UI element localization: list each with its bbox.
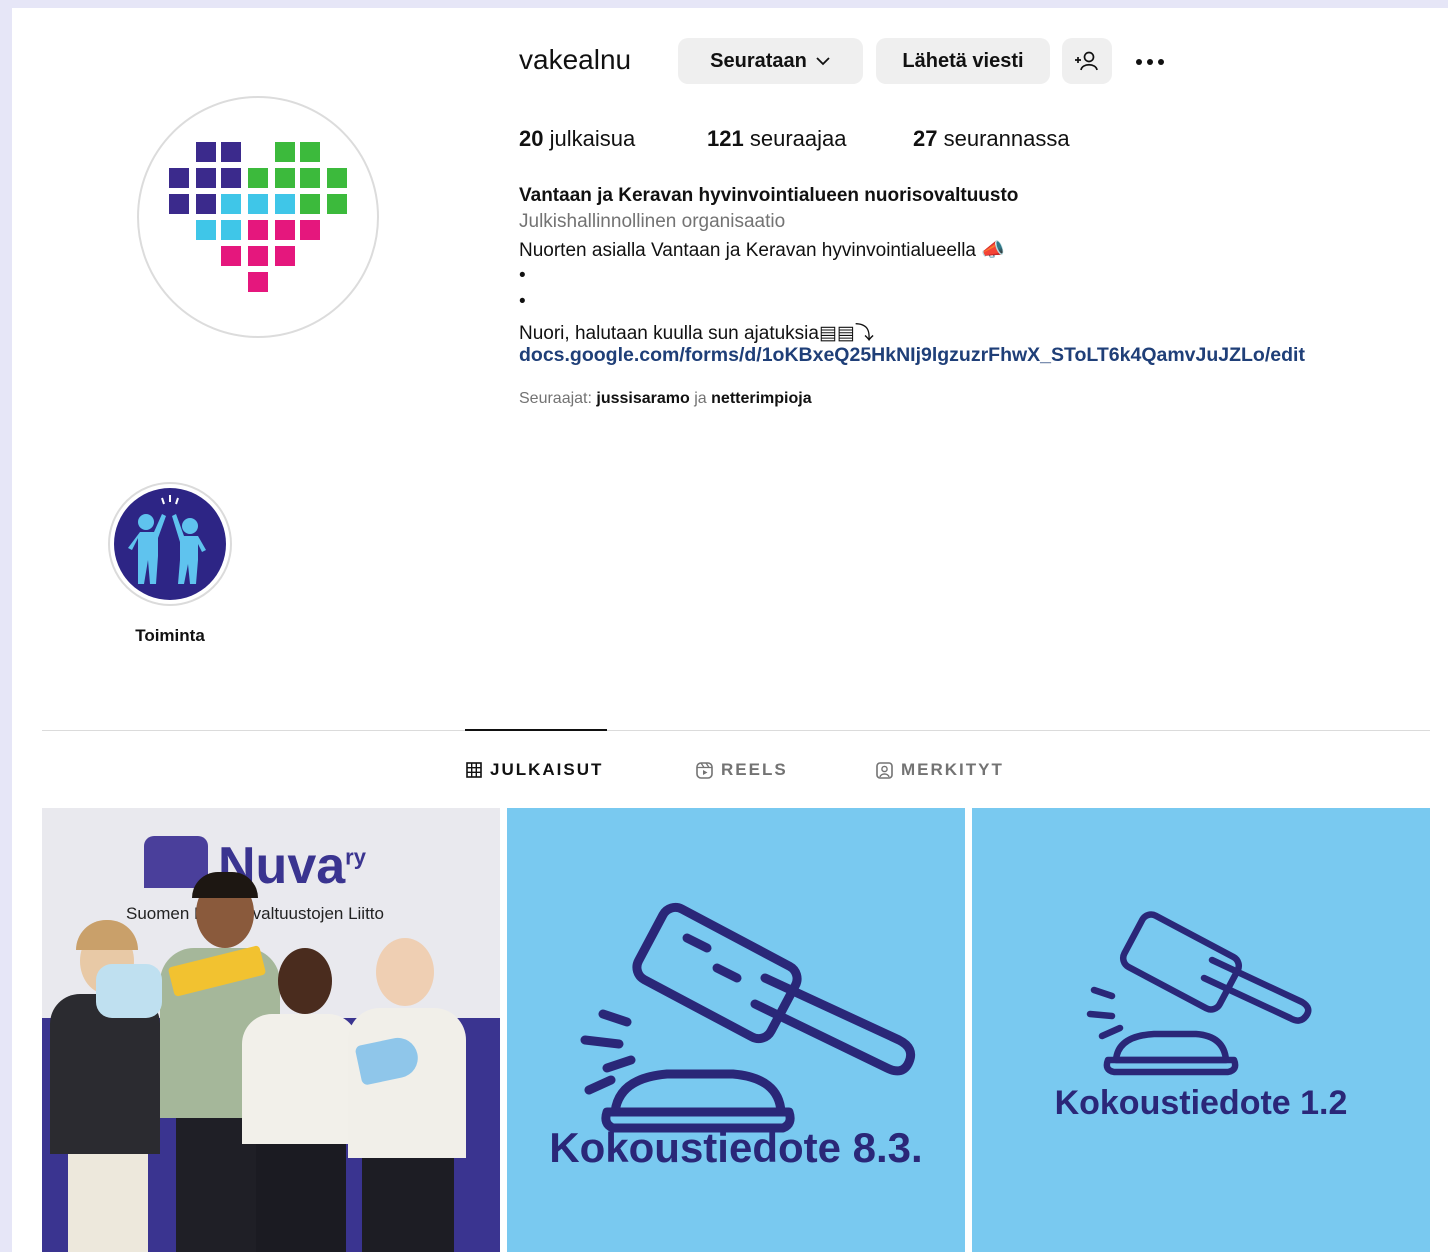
posts-count: 20 julkaisua — [519, 126, 636, 151]
heart-pixel-logo-icon — [169, 142, 347, 292]
chevron-down-icon — [816, 57, 830, 66]
reels-icon — [696, 761, 713, 779]
grid-icon — [466, 762, 482, 778]
post-3-caption: Kokoustiedote 1.2 — [1054, 1084, 1348, 1122]
mutual-followers[interactable]: Seuraajat: jussisaramo ja netterimpioja — [519, 390, 812, 408]
more-options-icon[interactable] — [1136, 52, 1176, 72]
following-button-label: Seurataan — [710, 49, 807, 72]
bio-line-1: Nuorten asialla Vantaan ja Keravan hyvin… — [519, 240, 1005, 261]
tagged-person-icon — [876, 761, 893, 779]
profile-category: Julkishallinnollinen organisaatio — [519, 211, 786, 232]
suggest-people-button[interactable] — [1062, 38, 1112, 84]
following-button[interactable]: Seurataan — [678, 38, 863, 84]
bio-emoji-symbols: ▤▤⤵ — [818, 323, 874, 344]
story-highlight-toiminta[interactable] — [108, 482, 232, 606]
tab-posts[interactable]: JULKAISUT — [466, 760, 603, 780]
tab-tagged[interactable]: MERKITYT — [876, 760, 1004, 780]
gavel-icon — [580, 902, 916, 1133]
bio-dot-1: • — [519, 265, 526, 286]
bio-line-2: Nuori, halutaan kuulla sun ajatuksia▤▤⤵ — [519, 318, 874, 345]
post-tile-2[interactable]: Kokoustiedote 8.3. — [507, 808, 965, 1252]
bio-dot-2: • — [519, 291, 526, 312]
photo-person-3 — [242, 948, 358, 1252]
mutual-follower-2[interactable]: netterimpioja — [711, 390, 811, 407]
profile-page: vakealnu Seurataan Lähetä viesti 20 julk… — [12, 8, 1448, 1252]
bio-link[interactable]: docs.google.com/forms/d/1oKBxeQ25HkNIj9l… — [519, 344, 1305, 367]
following-count[interactable]: 27 seurannassa — [913, 126, 1070, 152]
story-highlight-label: Toiminta — [135, 626, 205, 645]
tabs-divider — [42, 730, 1430, 731]
mutual-follower-1[interactable]: jussisaramo — [596, 390, 689, 407]
active-tab-indicator — [465, 729, 607, 731]
send-message-button[interactable]: Lähetä viesti — [876, 38, 1050, 84]
send-message-label: Lähetä viesti — [902, 49, 1024, 72]
followers-count[interactable]: 121 seuraajaa — [707, 126, 846, 152]
bio-line-2-text: Nuori, halutaan kuulla sun ajatuksia — [519, 323, 819, 344]
high-five-people-icon — [114, 488, 226, 600]
profile-avatar[interactable] — [137, 96, 379, 338]
photo-person-4 — [342, 934, 468, 1252]
post-tile-3[interactable]: Kokoustiedote 1.2 — [972, 808, 1430, 1252]
photo-sign-blue — [96, 964, 162, 1018]
post-tile-1[interactable]: Nuvary Suomen Nuorisovaltuustojen Liitto — [42, 808, 500, 1252]
post-2-caption: Kokoustiedote 8.3. — [549, 1124, 923, 1171]
tab-reels[interactable]: REELS — [696, 760, 788, 780]
gavel-icon — [1086, 911, 1312, 1076]
profile-full-name: Vantaan ja Keravan hyvinvointialueen nuo… — [519, 185, 1019, 206]
add-person-icon — [1075, 51, 1098, 71]
profile-username: vakealnu — [519, 44, 632, 75]
